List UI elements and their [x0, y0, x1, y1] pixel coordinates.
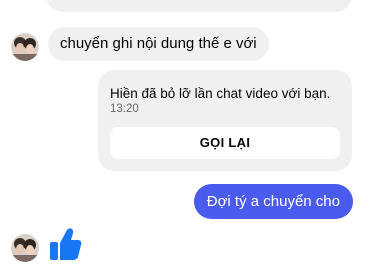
avatar[interactable] — [11, 33, 39, 61]
avatar[interactable] — [11, 234, 39, 262]
missed-call-card: Hiền đã bỏ lỡ lần chat video với bạn. 13… — [98, 70, 352, 171]
avatar-photo — [11, 234, 39, 262]
avatar-photo — [11, 33, 39, 61]
missed-call-time: 13:20 — [110, 103, 139, 115]
missed-call-text: Hiền đã bỏ lỡ lần chat video với bạn. — [110, 86, 331, 101]
previous-message-bubble — [46, 0, 352, 12]
incoming-message[interactable]: chuyển ghi nội dung thế e với — [48, 27, 269, 61]
call-back-button[interactable]: GỌI LẠI — [110, 127, 340, 159]
thumbs-up-icon[interactable] — [47, 226, 83, 267]
outgoing-message[interactable]: Đợi tý a chuyển cho — [193, 184, 353, 219]
